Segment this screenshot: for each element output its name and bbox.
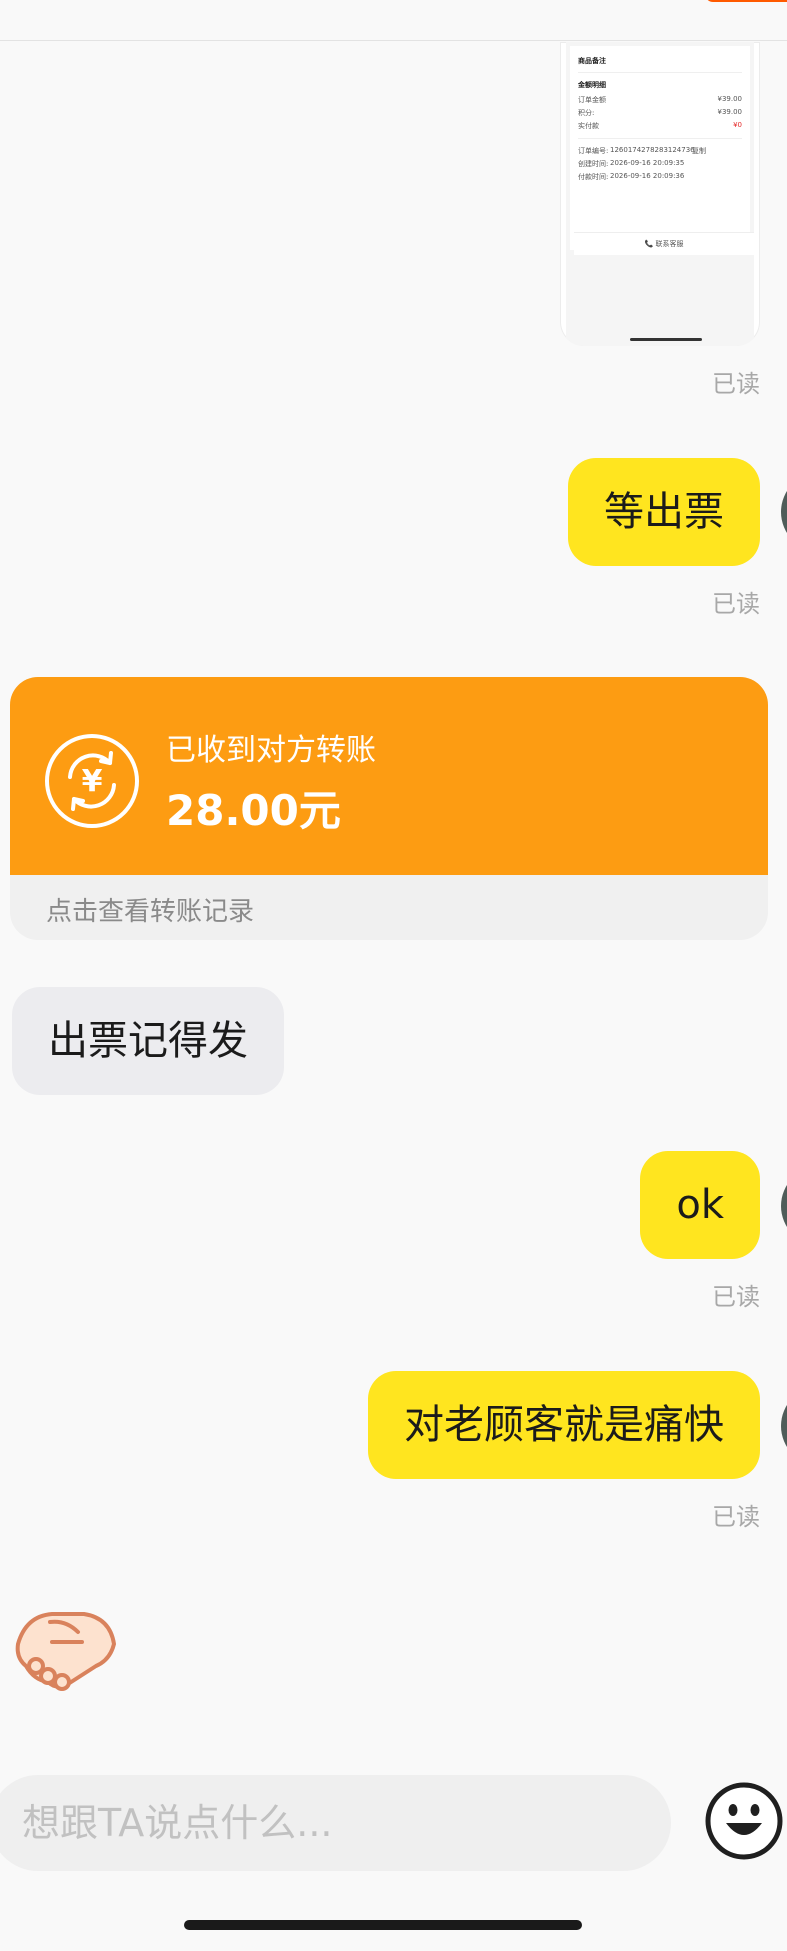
order-number: 1260174278283124736 xyxy=(610,146,695,154)
read-status: 已读 xyxy=(712,370,760,398)
row-value: ¥0 xyxy=(733,121,742,129)
remark-title: 商品备注 xyxy=(578,57,606,65)
message-input[interactable] xyxy=(0,1775,671,1871)
transfer-card-header: ¥ 已收到对方转账 28.00元 xyxy=(10,677,768,875)
created-time-label: 创建时间: xyxy=(578,160,609,168)
row-value: ¥39.00 xyxy=(717,108,743,116)
svg-text:¥: ¥ xyxy=(82,764,103,799)
order-detail-panel: 商品备注 金额明细 订单金额 ¥39.00 积分: ¥39.00 实付款 ¥0 … xyxy=(570,46,754,255)
read-status: 已读 xyxy=(712,1283,760,1311)
my-avatar[interactable] xyxy=(781,1166,787,1246)
contact-service-button: 📞 联系客服 xyxy=(574,232,754,255)
order-number-label: 订单编号: xyxy=(578,147,609,155)
read-status: 已读 xyxy=(712,590,760,618)
my-message-bubble[interactable]: ok xyxy=(640,1151,760,1259)
screenshot-content: 商品备注 金额明细 订单金额 ¥39.00 积分: ¥39.00 实付款 ¥0 … xyxy=(566,42,754,346)
other-message-bubble[interactable]: 出票记得发 xyxy=(12,987,284,1095)
row-label: 实付款 xyxy=(578,122,599,130)
amount-detail-title: 金额明细 xyxy=(578,81,606,89)
divider xyxy=(578,138,742,139)
yuan-transfer-icon: ¥ xyxy=(45,734,139,828)
my-message-bubble[interactable]: 等出票 xyxy=(568,458,760,566)
transfer-title: 已收到对方转账 xyxy=(166,733,376,768)
my-message-bubble[interactable]: 对老顾客就是痛快 xyxy=(368,1371,760,1479)
my-avatar[interactable] xyxy=(781,1386,787,1466)
row-value: ¥39.00 xyxy=(717,95,743,103)
created-time: 2026-09-16 20:09:35 xyxy=(610,159,685,167)
shared-screenshot-image[interactable]: 商品备注 金额明细 订单金额 ¥39.00 积分: ¥39.00 实付款 ¥0 … xyxy=(560,42,760,346)
handshake-icon[interactable] xyxy=(12,1600,120,1696)
smiley-face-icon[interactable] xyxy=(704,1781,784,1861)
header-divider xyxy=(0,40,787,41)
divider xyxy=(578,72,742,73)
transfer-record-link[interactable]: 点击查看转账记录 xyxy=(46,891,254,928)
row-label: 订单金额 xyxy=(578,96,606,104)
paid-time-label: 付款时间: xyxy=(578,173,609,181)
paid-time: 2026-09-16 20:09:36 xyxy=(610,172,685,180)
my-avatar[interactable] xyxy=(781,472,787,552)
row-label: 积分: xyxy=(578,109,595,117)
top-right-button[interactable] xyxy=(705,0,787,2)
read-status: 已读 xyxy=(712,1503,760,1531)
home-indicator xyxy=(184,1920,582,1930)
transfer-card[interactable]: ¥ 已收到对方转账 28.00元 点击查看转账记录 xyxy=(10,677,768,940)
copy-link: 复制 xyxy=(692,147,706,155)
transfer-amount: 28.00元 xyxy=(166,786,341,835)
screenshot-home-indicator xyxy=(630,338,702,341)
